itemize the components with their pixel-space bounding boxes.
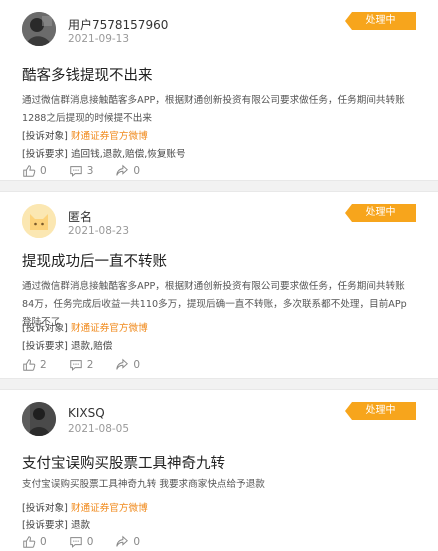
thumbs-up-icon: [23, 165, 36, 177]
complaint-object: [投诉对象] 财通证券官方微博: [22, 128, 148, 142]
like-count: 2: [40, 359, 47, 371]
like-button[interactable]: 2: [22, 358, 47, 372]
user-photo-icon: [22, 402, 56, 436]
complaint-request: [投诉要求] 退款: [22, 517, 90, 531]
card-header: 匿名 2021-08-23 处理中: [0, 192, 438, 244]
request-label: [投诉要求]: [22, 149, 68, 160]
username[interactable]: 用户7578157960: [68, 16, 168, 33]
complaint-description: 支付宝误购买股票工具神奇九转 我要求商家快点给予退款: [22, 479, 265, 490]
divider: [0, 180, 438, 192]
thumbs-up-icon: [23, 536, 36, 548]
username[interactable]: 匿名: [68, 208, 92, 225]
comment-button[interactable]: 3: [69, 164, 94, 178]
comment-count: 0: [86, 536, 94, 548]
complaint-card[interactable]: 匿名 2021-08-23 处理中 提现成功后一直不转账 通过微信群消息接触酷客…: [0, 192, 438, 378]
comment-icon: [69, 360, 82, 371]
request-value: 追回钱,退款,赔偿,恢复账号: [70, 149, 186, 160]
username[interactable]: KIXSQ: [68, 406, 105, 420]
like-button[interactable]: 0: [22, 164, 47, 178]
anonymous-cat-icon: [22, 204, 56, 238]
comment-count: 3: [86, 165, 94, 177]
action-bar: 0 3 0: [22, 164, 162, 178]
share-count: 0: [133, 165, 141, 177]
avatar[interactable]: [22, 204, 56, 238]
complaint-request: [投诉要求] 追回钱,退款,赔偿,恢复账号: [22, 146, 186, 160]
complaint-title[interactable]: 酷客多钱提现不出来: [22, 64, 153, 85]
object-label: [投诉对象]: [22, 323, 68, 334]
avatar[interactable]: [22, 12, 56, 46]
action-bar: 0 0 0: [22, 535, 162, 549]
comment-button[interactable]: 0: [69, 535, 94, 549]
object-link[interactable]: 财通证券官方微博: [71, 323, 148, 334]
complaint-card[interactable]: 用户7578157960 2021-09-13 处理中 酷客多钱提现不出来 通过…: [0, 0, 438, 180]
action-bar: 2 2 0: [22, 358, 162, 372]
thumbs-up-icon: [23, 359, 36, 371]
share-icon: [116, 358, 129, 370]
object-label: [投诉对象]: [22, 503, 68, 514]
complaint-title[interactable]: 提现成功后一直不转账: [22, 250, 167, 271]
status-badge: 处理中: [345, 12, 416, 30]
post-date: 2021-09-13: [68, 33, 130, 45]
complaint-object: [投诉对象] 财通证券官方微博: [22, 500, 148, 514]
like-button[interactable]: 0: [22, 535, 47, 549]
comment-icon: [69, 166, 82, 177]
share-button[interactable]: 0: [115, 358, 140, 372]
complaint-title[interactable]: 支付宝误购买股票工具神奇九转: [22, 452, 225, 473]
complaint-object: [投诉对象] 财通证券官方微博: [22, 320, 148, 334]
post-date: 2021-08-05: [68, 423, 130, 435]
share-button[interactable]: 0: [115, 164, 140, 178]
avatar[interactable]: [22, 402, 56, 436]
request-label: [投诉要求]: [22, 341, 68, 352]
share-icon: [116, 535, 129, 547]
share-count: 0: [133, 359, 141, 371]
card-header: 用户7578157960 2021-09-13 处理中: [0, 0, 438, 52]
status-badge: 处理中: [345, 402, 416, 420]
like-count: 0: [40, 165, 47, 177]
request-label: [投诉要求]: [22, 520, 68, 531]
comment-icon: [69, 537, 82, 548]
share-icon: [116, 164, 129, 176]
comment-button[interactable]: 2: [69, 358, 94, 372]
object-label: [投诉对象]: [22, 131, 68, 142]
complaint-description: 通过微信群消息接触酷客多APP，根据财通创新投资有限公司要求做任务，任务期间共转…: [22, 95, 405, 124]
request-value: 退款,赔偿: [70, 341, 113, 352]
comment-count: 2: [86, 359, 94, 371]
status-badge: 处理中: [345, 204, 416, 222]
share-button[interactable]: 0: [115, 535, 140, 549]
card-header: KIXSQ 2021-08-05 处理中: [0, 390, 438, 442]
complaint-request: [投诉要求] 退款,赔偿: [22, 338, 112, 352]
object-link[interactable]: 财通证券官方微博: [71, 131, 148, 142]
like-count: 0: [40, 536, 47, 548]
object-link[interactable]: 财通证券官方微博: [71, 503, 148, 514]
user-photo-icon: [22, 12, 56, 46]
complaint-card[interactable]: KIXSQ 2021-08-05 处理中 支付宝误购买股票工具神奇九转 支付宝误…: [0, 390, 438, 550]
divider: [0, 378, 438, 390]
post-date: 2021-08-23: [68, 225, 130, 237]
request-value: 退款: [70, 520, 91, 531]
share-count: 0: [133, 536, 141, 548]
